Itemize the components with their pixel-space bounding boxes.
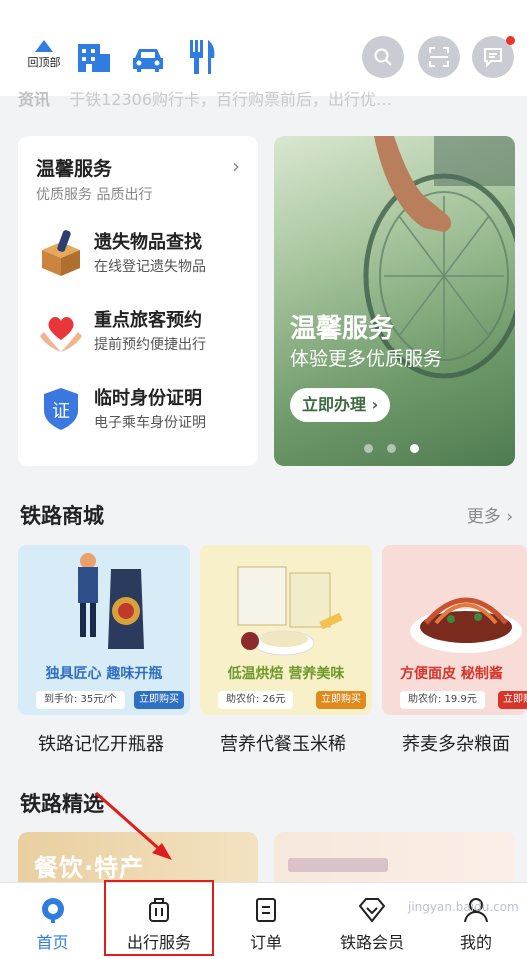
service-item-title: 遗失物品查找 [94, 232, 202, 253]
warm-service-banner[interactable]: 温馨服务 体验更多优质服务 立即办理 › [274, 136, 515, 466]
buy-now-button[interactable]: 立即购买 [498, 691, 527, 709]
banner-subtitle: 体验更多优质服务 [290, 348, 443, 370]
up-arrow-icon [35, 40, 53, 52]
car-icon[interactable] [130, 44, 166, 78]
carousel-dot[interactable] [387, 444, 396, 453]
home-train-icon [0, 891, 105, 929]
service-item-lost-found[interactable]: 遗失物品查找 在线登记遗失物品 [32, 222, 252, 286]
more-link[interactable]: 更多 › [467, 502, 513, 527]
blurred-text-placeholder [288, 858, 388, 872]
service-item-title: 重点旅客预约 [94, 310, 202, 331]
product-name[interactable]: 铁路记忆开瓶器 [38, 730, 164, 756]
picks-card-text: 餐饮·特产 [34, 854, 145, 882]
chevron-right-icon[interactable]: › [232, 154, 240, 178]
banner-title: 温馨服务 [290, 314, 395, 344]
product-card-corn-porridge[interactable]: 低温烘焙 营养美味 助农价: 26元 立即购买 [200, 545, 372, 715]
notification-dot [506, 36, 515, 45]
product-slogan: 独具匠心 趣味开瓶 [45, 666, 163, 682]
tab-label: 首页 [36, 933, 69, 952]
service-item-title: 临时身份证明 [94, 388, 202, 409]
product-slogan: 方便面皮 秘制酱 [400, 666, 503, 682]
back-to-top-button[interactable]: 回顶部 [22, 40, 66, 70]
service-item-desc: 在线登记遗失物品 [94, 259, 206, 275]
tab-home[interactable]: 首页 [0, 883, 105, 959]
carousel-dots[interactable] [364, 444, 419, 453]
service-item-desc: 提前预约便捷出行 [94, 337, 206, 353]
news-label: 资讯 [18, 90, 51, 108]
product-card-bottle-opener[interactable]: 独具匠心 趣味开瓶 到手价: 35元/个 立即购买 [18, 545, 190, 715]
back-to-top-label: 回顶部 [27, 56, 61, 69]
bottle-opener-image [78, 553, 144, 649]
mall-section-title: 铁路商城 [20, 504, 104, 528]
more-label: 更多 [466, 507, 501, 527]
product-price: 助农价: 26元 [218, 691, 294, 709]
buy-now-button[interactable]: 立即购买 [134, 691, 184, 709]
buckwheat-noodles-image [410, 597, 522, 653]
news-strip[interactable]: 资讯 于铁12306购行卡，百行购票前后，出行优… [18, 86, 509, 108]
tab-railway-member[interactable]: 铁路会员 [319, 883, 425, 959]
tab-orders[interactable]: 订单 [213, 883, 319, 959]
service-item-desc: 电子乘车身份证明 [94, 415, 206, 431]
annotation-highlight-box [104, 880, 214, 956]
product-name[interactable]: 营养代餐玉米稀 [220, 730, 346, 756]
tab-mine[interactable]: 我的 [425, 883, 527, 959]
tab-label: 订单 [249, 933, 282, 952]
search-icon[interactable] [362, 36, 404, 78]
bottom-tab-bar: 首页 出行服务 订单 铁路会员 我的 [0, 882, 527, 959]
warm-service-card: 温馨服务 优质服务 品质出行 › 遗失物品查找 在线登记遗失物品 重点旅客预约 … [18, 136, 258, 466]
product-name[interactable]: 荞麦多杂粮面 [402, 730, 510, 756]
tab-label: 我的 [459, 933, 492, 952]
heart-hands-icon [36, 306, 86, 356]
svg-text:证: 证 [52, 401, 70, 422]
apply-now-button[interactable]: 立即办理 › [290, 388, 391, 422]
scan-icon[interactable] [418, 36, 460, 78]
box-icon [36, 228, 86, 278]
watermark: jingyan.baidu.com [408, 900, 519, 914]
building-icon[interactable] [76, 42, 112, 78]
product-slogan: 低温烘焙 营养美味 [227, 666, 345, 682]
warm-service-title[interactable]: 温馨服务 [36, 154, 112, 181]
tab-label: 铁路会员 [339, 933, 404, 952]
product-price: 助农价: 19.9元 [400, 691, 485, 709]
service-item-temp-id[interactable]: 证 临时身份证明 电子乘车身份证明 [32, 378, 252, 442]
buy-now-button[interactable]: 立即购买 [316, 691, 366, 709]
carousel-dot-active[interactable] [410, 444, 419, 453]
fork-knife-icon[interactable] [188, 38, 218, 80]
service-item-key-passenger[interactable]: 重点旅客预约 提前预约便捷出行 [32, 300, 252, 364]
carousel-dot[interactable] [364, 444, 373, 453]
top-bar: 回顶部 [0, 0, 527, 96]
order-icon [213, 891, 319, 929]
corn-porridge-image [237, 566, 343, 656]
news-text: 于铁12306购行卡，百行购票前后，出行优… [69, 90, 393, 108]
id-badge-icon: 证 [36, 384, 86, 434]
product-card-buckwheat-noodles[interactable]: 方便面皮 秘制酱 助农价: 19.9元 立即购买 [382, 545, 527, 715]
warm-service-subtitle: 优质服务 品质出行 [36, 187, 153, 203]
apply-now-label: 立即办理 [302, 395, 367, 414]
picks-section-title: 铁路精选 [20, 792, 104, 816]
product-price: 到手价: 35元/个 [36, 691, 125, 709]
